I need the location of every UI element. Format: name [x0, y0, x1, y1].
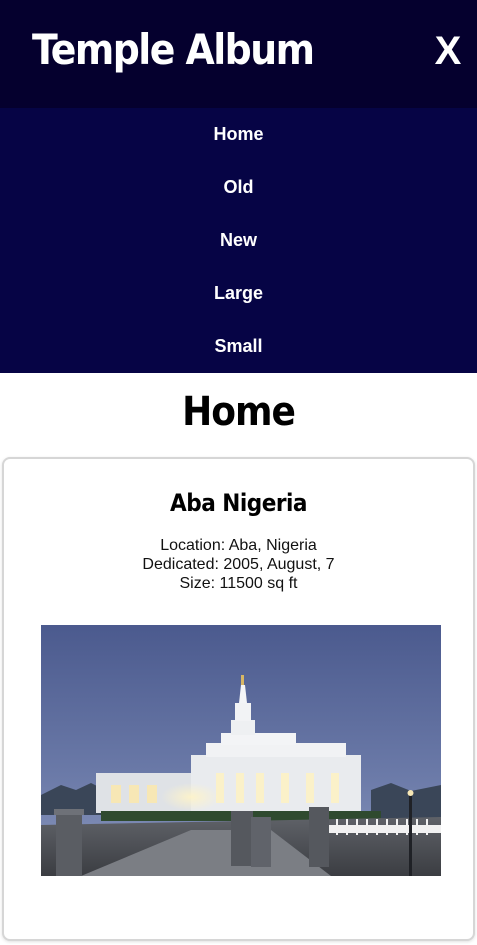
- nav-item-small: Small: [0, 320, 477, 373]
- nav-item-old: Old: [0, 161, 477, 214]
- nav-item-home: Home: [0, 108, 477, 161]
- temple-size: Size: 11500 sq ft: [179, 575, 298, 592]
- temple-name: Aba Nigeria: [170, 489, 307, 517]
- temple-dedicated: Dedicated: 2005, August, 7: [142, 556, 335, 573]
- app-title: Temple Album: [32, 25, 315, 74]
- nav-link-large[interactable]: Large: [214, 283, 263, 303]
- temple-info: Location: Aba, Nigeria Dedicated: 2005, …: [4, 536, 473, 593]
- temple-card: Aba Nigeria Location: Aba, Nigeria Dedic…: [2, 457, 475, 941]
- nav-link-home[interactable]: Home: [213, 124, 263, 144]
- close-menu-button[interactable]: X: [431, 30, 465, 72]
- page-title: Home: [182, 389, 296, 435]
- temple-location: Location: Aba, Nigeria: [160, 537, 317, 554]
- nav-item-new: New: [0, 214, 477, 267]
- site-header: Temple Album X: [0, 0, 477, 108]
- main-nav: Home Old New Large Small: [0, 108, 477, 373]
- nav-link-new[interactable]: New: [220, 230, 257, 250]
- temple-photo: [41, 625, 441, 876]
- nav-link-old[interactable]: Old: [224, 177, 254, 197]
- nav-link-small[interactable]: Small: [214, 336, 262, 356]
- nav-item-large: Large: [0, 267, 477, 320]
